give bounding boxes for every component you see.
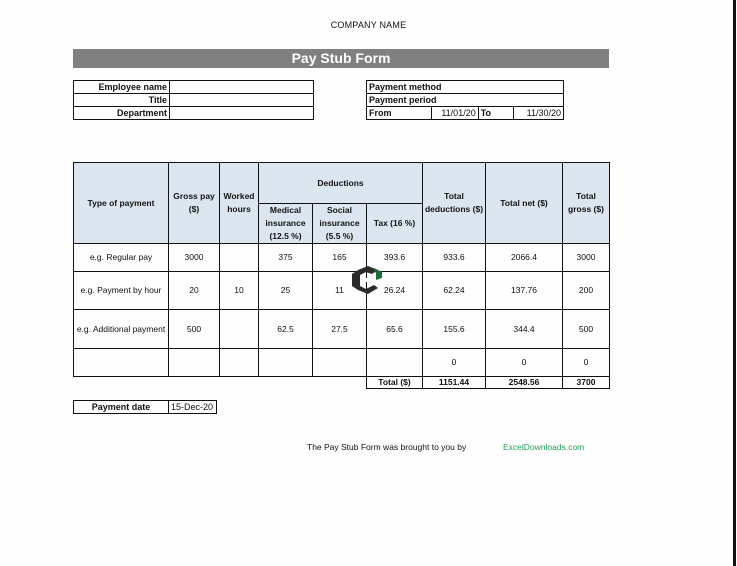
cell-total-gross: 3000 bbox=[562, 243, 610, 272]
cell-worked-hours[interactable] bbox=[219, 243, 259, 272]
payment-period-label: Payment period bbox=[366, 93, 564, 107]
cell-gross-pay[interactable] bbox=[168, 348, 220, 377]
cell-total-deductions: 0 bbox=[422, 348, 486, 377]
cell-medical bbox=[258, 348, 313, 377]
header-tax: Tax (16 %) bbox=[366, 203, 423, 244]
to-date-field[interactable]: 11/30/20 bbox=[513, 106, 564, 120]
payment-method-row: Payment method bbox=[366, 80, 564, 94]
cell-worked-hours[interactable]: 10 bbox=[219, 271, 259, 310]
cell-medical: 25 bbox=[258, 271, 313, 310]
cell-worked-hours[interactable] bbox=[219, 309, 259, 349]
cell-social: 27.5 bbox=[312, 309, 367, 349]
company-name: COMPANY NAME bbox=[330, 20, 407, 30]
header-type-of-payment: Type of payment bbox=[73, 162, 169, 244]
header-row-1: Type of payment Gross pay ($) Worked hou… bbox=[73, 162, 610, 244]
header-gross-pay: Gross pay ($) bbox=[168, 162, 220, 244]
cell-tax: 65.6 bbox=[366, 309, 423, 349]
cell-tax bbox=[366, 348, 423, 377]
window-edge-divider bbox=[733, 0, 736, 566]
header-medical-insurance: Medical insurance (12.5 %) bbox=[258, 203, 313, 244]
cell-total-gross: 500 bbox=[562, 309, 610, 349]
cell-type[interactable] bbox=[73, 348, 169, 377]
payment-range-row: From 11/01/20 To 11/30/20 bbox=[365, 106, 564, 120]
cell-medical: 375 bbox=[258, 243, 313, 272]
header-social-insurance: Social insurance (5.5 %) bbox=[312, 203, 367, 244]
totals-row: Total ($) 1151.44 2548.56 3700 bbox=[73, 376, 610, 389]
cell-type[interactable]: e.g. Regular pay bbox=[73, 243, 169, 272]
title-field[interactable] bbox=[169, 93, 314, 107]
totals-gross: 3700 bbox=[562, 376, 610, 389]
employee-name-row: Employee name bbox=[73, 80, 314, 94]
payment-info-table: Payment method Payment period From 11/01… bbox=[365, 80, 564, 120]
cell-total-deductions: 62.24 bbox=[422, 271, 486, 310]
cell-gross-pay[interactable]: 500 bbox=[168, 309, 220, 349]
totals-label: Total ($) bbox=[366, 376, 423, 389]
totals-deductions: 1151.44 bbox=[422, 376, 486, 389]
table-row: 0 0 0 bbox=[73, 348, 610, 377]
header-total-net: Total net ($) bbox=[485, 162, 563, 244]
table-row: e.g. Payment by hour 20 10 25 11 26.24 6… bbox=[73, 271, 610, 310]
department-row: Department bbox=[73, 106, 314, 120]
cell-total-net: 137.76 bbox=[485, 271, 563, 310]
cell-type[interactable]: e.g. Payment by hour bbox=[73, 271, 169, 310]
cell-total-net: 0 bbox=[485, 348, 563, 377]
table-row: e.g. Regular pay 3000 375 165 393.6 933.… bbox=[73, 243, 610, 272]
header-total-deductions: Total deductions ($) bbox=[422, 162, 486, 244]
header-total-gross: Total gross ($) bbox=[562, 162, 610, 244]
cell-gross-pay[interactable]: 3000 bbox=[168, 243, 220, 272]
cell-social bbox=[312, 348, 367, 377]
totals-net: 2548.56 bbox=[485, 376, 563, 389]
payment-date-row: Payment date 15-Dec-20 bbox=[73, 400, 217, 414]
cell-type[interactable]: e.g. Additional payment bbox=[73, 309, 169, 349]
from-date-field[interactable]: 11/01/20 bbox=[431, 106, 479, 120]
payment-period-row: Payment period bbox=[366, 93, 564, 107]
header-deductions: Deductions bbox=[258, 162, 423, 204]
employee-info-table: Employee name Title Department bbox=[73, 80, 314, 120]
payment-method-label[interactable]: Payment method bbox=[366, 80, 564, 94]
header-worked-hours: Worked hours bbox=[219, 162, 259, 244]
pay-table: Type of payment Gross pay ($) Worked hou… bbox=[73, 162, 610, 389]
cell-total-net: 2066.4 bbox=[485, 243, 563, 272]
cell-total-gross: 200 bbox=[562, 271, 610, 310]
cell-worked-hours[interactable] bbox=[219, 348, 259, 377]
cell-gross-pay[interactable]: 20 bbox=[168, 271, 220, 310]
title-label: Title bbox=[73, 93, 170, 107]
employee-name-label: Employee name bbox=[73, 80, 170, 94]
footer-text: The Pay Stub Form was brought to you by bbox=[307, 442, 467, 452]
cell-medical: 62.5 bbox=[258, 309, 313, 349]
footer-link[interactable]: ExcelDownloads.com bbox=[503, 442, 584, 452]
totals-spacer bbox=[73, 376, 367, 389]
payment-date-field[interactable]: 15-Dec-20 bbox=[168, 400, 217, 414]
exceldownloads-logo-icon bbox=[352, 266, 382, 294]
table-row: e.g. Additional payment 500 62.5 27.5 65… bbox=[73, 309, 610, 349]
title-row: Title bbox=[73, 93, 314, 107]
form-title: Pay Stub Form bbox=[73, 49, 609, 68]
cell-total-net: 344.4 bbox=[485, 309, 563, 349]
from-label: From bbox=[365, 106, 433, 120]
payment-date-table: Payment date 15-Dec-20 bbox=[73, 400, 217, 414]
cell-total-deductions: 933.6 bbox=[422, 243, 486, 272]
department-label: Department bbox=[73, 106, 170, 120]
employee-name-field[interactable] bbox=[169, 80, 314, 94]
payment-date-label: Payment date bbox=[73, 400, 169, 414]
to-label: To bbox=[477, 106, 515, 120]
department-field[interactable] bbox=[169, 106, 314, 120]
cell-total-deductions: 155.6 bbox=[422, 309, 486, 349]
cell-total-gross: 0 bbox=[562, 348, 610, 377]
